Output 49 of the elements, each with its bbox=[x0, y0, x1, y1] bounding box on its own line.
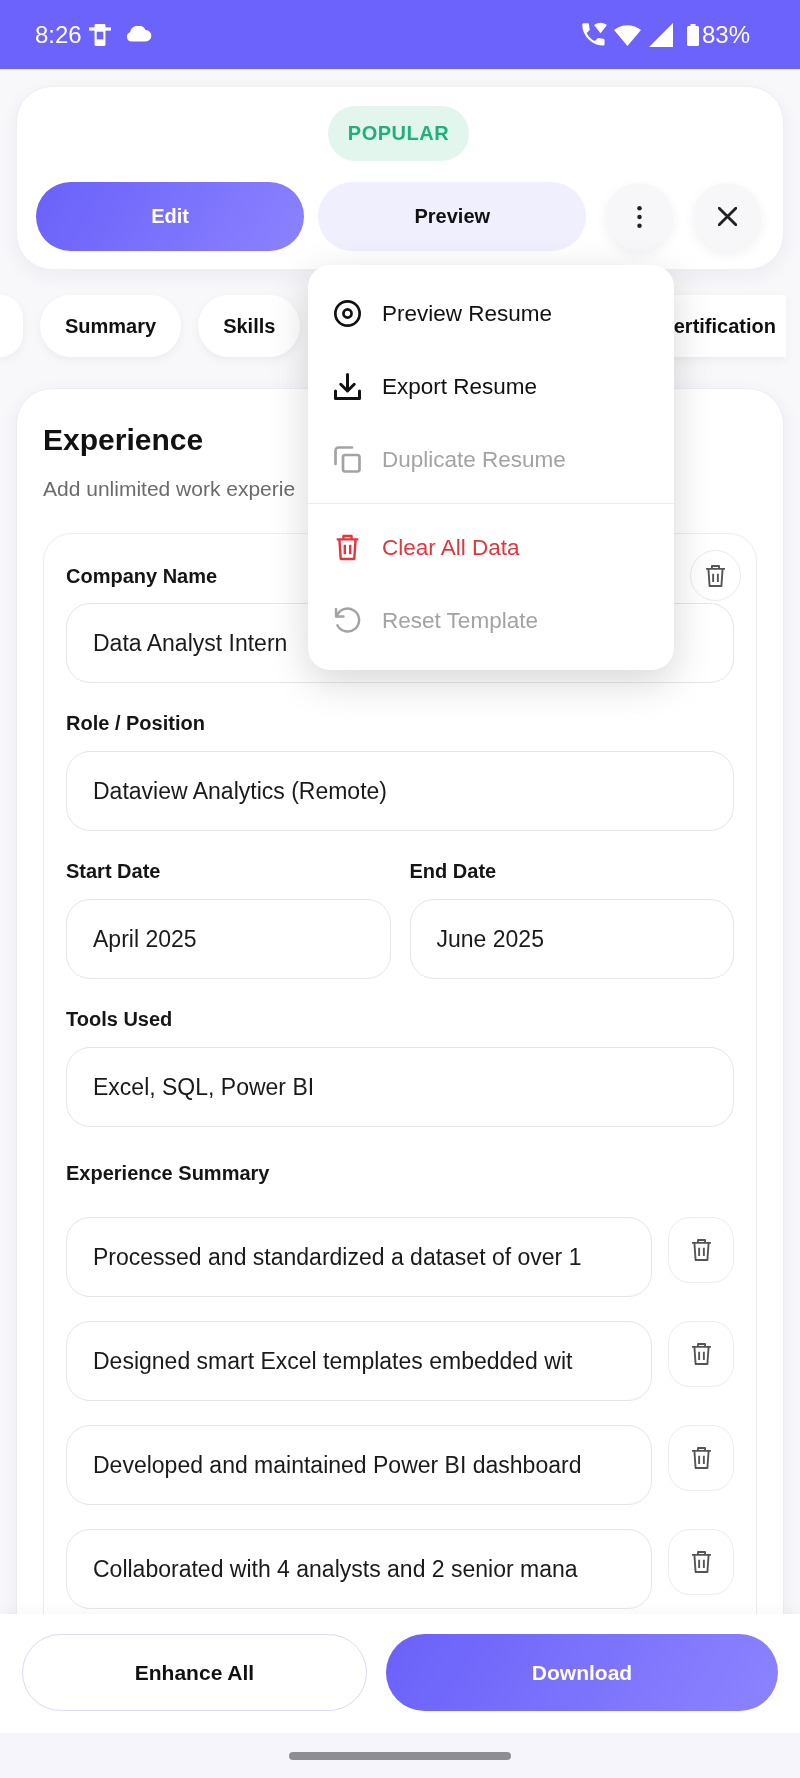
action-button[interactable]: Download bbox=[386, 1634, 778, 1711]
text-field[interactable]: April 2025 bbox=[66, 899, 391, 979]
delete-item-button[interactable] bbox=[668, 1217, 734, 1283]
wifi-icon bbox=[613, 23, 641, 46]
phone-wifi-icon bbox=[580, 21, 607, 48]
close-icon bbox=[717, 207, 737, 226]
field-label: Start Date bbox=[66, 859, 161, 883]
undo-icon bbox=[334, 607, 361, 634]
delete-entry-button[interactable] bbox=[690, 550, 741, 601]
download-icon bbox=[334, 373, 361, 400]
trash-icon bbox=[690, 1343, 712, 1365]
text-field[interactable]: June 2025 bbox=[409, 899, 734, 979]
more-icon bbox=[636, 204, 642, 229]
menu-item[interactable]: Clear All Data bbox=[308, 511, 674, 584]
mode-button[interactable]: Edit bbox=[36, 182, 305, 251]
battery-percent: 83% bbox=[701, 20, 750, 49]
section-tab[interactable]: Summary bbox=[40, 295, 182, 357]
field-label: End Date bbox=[409, 859, 497, 883]
text-field[interactable]: Excel, SQL, Power BI bbox=[66, 1047, 734, 1127]
device-icon bbox=[87, 22, 112, 47]
trash-icon bbox=[690, 1551, 712, 1573]
battery-icon bbox=[686, 23, 699, 46]
action-button[interactable]: Enhance All bbox=[22, 1634, 367, 1711]
trash-icon bbox=[690, 1447, 712, 1469]
signal-icon bbox=[648, 22, 673, 47]
delete-item-button[interactable] bbox=[668, 1425, 734, 1491]
copy-icon bbox=[334, 446, 361, 473]
text-field[interactable]: Dataview Analytics (Remote) bbox=[66, 751, 734, 831]
section-subtitle: Add unlimited work experie bbox=[43, 477, 296, 501]
delete-item-button[interactable] bbox=[668, 1529, 734, 1595]
trash-icon bbox=[690, 1239, 712, 1261]
home-handle[interactable] bbox=[289, 1752, 511, 1760]
circle-dot-icon bbox=[334, 300, 361, 327]
trash-icon bbox=[334, 534, 361, 561]
field-label: Experience Summary bbox=[66, 1161, 270, 1185]
section-tab[interactable]: Skills bbox=[198, 295, 301, 357]
text-field[interactable]: Processed and standardized a dataset of over 1 bbox=[66, 1217, 652, 1297]
trash-icon bbox=[705, 564, 726, 587]
field-label: Role / Position bbox=[66, 711, 205, 735]
field-label: Tools Used bbox=[66, 1007, 173, 1031]
popular-badge: POPULAR bbox=[328, 106, 469, 161]
mode-button[interactable]: Preview bbox=[318, 182, 587, 251]
text-field[interactable]: Collaborated with 4 analysts and 2 senior mana bbox=[66, 1529, 652, 1609]
status-time: 8:26 bbox=[35, 20, 82, 49]
section-title: Experience bbox=[43, 422, 204, 458]
field-label: Company Name bbox=[66, 563, 218, 588]
text-field[interactable]: Designed smart Excel templates embedded wit bbox=[66, 1321, 652, 1401]
text-field[interactable]: Developed and maintained Power BI dashboard bbox=[66, 1425, 652, 1505]
delete-item-button[interactable] bbox=[668, 1321, 734, 1387]
